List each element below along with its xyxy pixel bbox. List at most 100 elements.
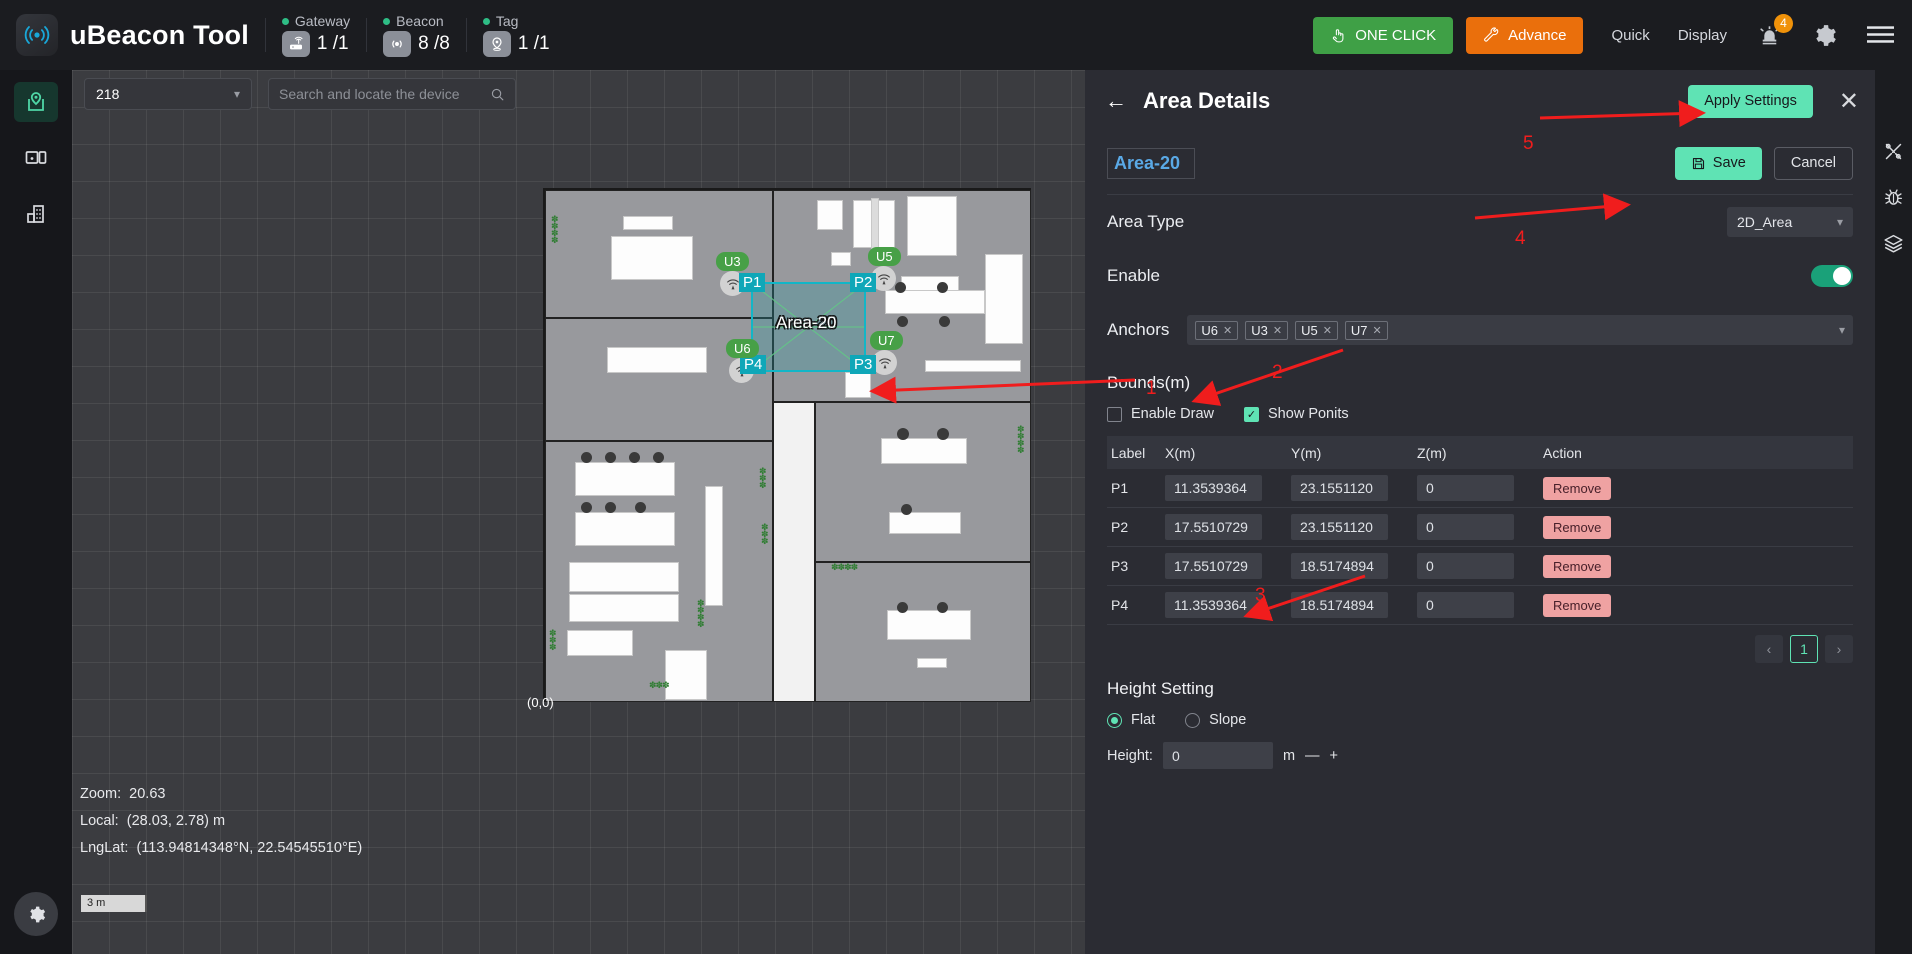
search-input[interactable]: [279, 86, 490, 102]
beacon-signal-icon: [24, 26, 50, 44]
close-icon[interactable]: ✕: [1373, 324, 1382, 337]
anchor-tag-u3[interactable]: U3: [716, 252, 749, 271]
settings-button[interactable]: [1812, 23, 1837, 48]
remove-button[interactable]: Remove: [1543, 593, 1612, 617]
point-label-p3[interactable]: P3: [850, 355, 877, 374]
anchor-tag-u7[interactable]: U7: [870, 331, 903, 350]
annotation-number-5: 5: [1523, 133, 1534, 154]
close-icon[interactable]: ✕: [1839, 87, 1859, 116]
floor-select[interactable]: 218 ▾: [84, 78, 252, 110]
table-row: P2 Remove: [1107, 507, 1853, 547]
enable-toggle[interactable]: [1811, 265, 1853, 287]
close-icon[interactable]: ✕: [1223, 324, 1232, 337]
brand-title: uBeacon Tool: [70, 19, 249, 50]
z-input[interactable]: [1417, 514, 1514, 540]
z-input[interactable]: [1417, 475, 1514, 501]
area-type-select[interactable]: 2D_Area ▾: [1727, 207, 1853, 237]
advance-button[interactable]: Advance: [1466, 16, 1584, 54]
stat-value: 8 /8: [418, 33, 450, 54]
quick-menu[interactable]: Quick: [1611, 27, 1649, 44]
enable-draw-checkbox[interactable]: Enable Draw: [1107, 406, 1214, 422]
x-input[interactable]: [1165, 553, 1262, 579]
radio-ring: [1185, 712, 1201, 728]
layers-icon: [1884, 234, 1903, 253]
point-label-p2[interactable]: P2: [850, 273, 877, 292]
y-input[interactable]: [1291, 475, 1388, 501]
display-menu[interactable]: Display: [1678, 27, 1727, 44]
y-input[interactable]: [1291, 514, 1388, 540]
z-input[interactable]: [1417, 592, 1514, 618]
anchor-chip[interactable]: U6 ✕: [1195, 320, 1239, 340]
stat-value: 1 /1: [316, 33, 349, 54]
height-minus-button[interactable]: —: [1305, 748, 1320, 764]
one-click-label: ONE CLICK: [1355, 26, 1437, 44]
anchor-chip[interactable]: U3 ✕: [1245, 320, 1289, 340]
anchor-tag-u5[interactable]: U5: [868, 247, 901, 266]
y-input[interactable]: [1291, 553, 1388, 579]
chevron-down-icon: ▾: [1836, 215, 1843, 229]
app-root: uBeacon Tool Gateway 1 /1 Beacon 8 /8 Ta…: [0, 0, 1912, 954]
height-unit: m: [1282, 747, 1296, 764]
flat-radio[interactable]: Flat: [1107, 712, 1155, 728]
annotation-number-3: 3: [1255, 585, 1266, 606]
router-icon: [281, 31, 310, 57]
anchors-select[interactable]: U6 ✕ U3 ✕ U5 ✕ U7 ✕ ▾: [1187, 315, 1853, 345]
map-settings-button[interactable]: [14, 892, 58, 936]
current-page-button[interactable]: 1: [1790, 635, 1818, 663]
bug-icon: [1884, 188, 1903, 205]
chevron-down-icon: ▾: [1838, 323, 1845, 337]
sidebar-item-device-view[interactable]: [14, 138, 58, 178]
debug-button[interactable]: [1875, 174, 1912, 220]
stat-label: Tag: [495, 13, 519, 29]
remove-button[interactable]: Remove: [1543, 476, 1612, 500]
z-input[interactable]: [1417, 553, 1514, 579]
cancel-button[interactable]: Cancel: [1773, 146, 1853, 180]
left-rail: [0, 70, 72, 954]
x-input[interactable]: [1165, 514, 1262, 540]
col-x: X(m): [1165, 436, 1291, 469]
hamburger-menu-icon: [1867, 26, 1894, 43]
col-label: Label: [1107, 436, 1165, 469]
advance-label: Advance: [1508, 26, 1567, 44]
show-points-checkbox[interactable]: ✓ Show Ponits: [1244, 406, 1349, 422]
anchors-label: Anchors: [1107, 320, 1170, 339]
layers-button[interactable]: [1875, 220, 1912, 266]
hamburger-menu-button[interactable]: [1867, 24, 1894, 46]
zoom-label: Zoom:: [80, 786, 122, 802]
table-row: P3 Remove: [1107, 546, 1853, 586]
sidebar-item-building-view[interactable]: [14, 194, 58, 234]
save-button[interactable]: Save: [1674, 146, 1762, 180]
bounds-table: Label X(m) Y(m) Z(m) Action P1 Remove: [1107, 436, 1853, 625]
tools-button[interactable]: [1875, 128, 1912, 174]
stat-label: Beacon: [396, 13, 444, 29]
point-label-p1[interactable]: P1: [739, 273, 766, 292]
alarm-badge: 4: [1774, 13, 1793, 33]
close-icon[interactable]: ✕: [1323, 324, 1332, 337]
remove-button[interactable]: Remove: [1543, 515, 1612, 539]
anchor-chip[interactable]: U5 ✕: [1295, 320, 1338, 340]
height-plus-button[interactable]: +: [1330, 748, 1338, 764]
map-canvas[interactable]: ✽ ✽ ✽ ✽ ✽ ✽ ✽ ✽ ✽✽✽ ✽ ✽ ✽ ✽ ✽ ✽ ✽ ✽ ✽ ✽ …: [72, 70, 1085, 954]
next-page-button[interactable]: ›: [1825, 635, 1853, 663]
bounds-options: Enable Draw ✓ Show Ponits: [1107, 406, 1853, 422]
area-name-label: Area-20: [776, 313, 837, 332]
one-click-button[interactable]: ONE CLICK: [1313, 16, 1454, 54]
remove-button[interactable]: Remove: [1543, 554, 1612, 578]
anchor-chip[interactable]: U7 ✕: [1344, 320, 1388, 340]
alarm-button[interactable]: 4: [1757, 13, 1793, 48]
y-input[interactable]: [1291, 592, 1388, 618]
slope-radio[interactable]: Slope: [1185, 712, 1246, 728]
height-input[interactable]: [1162, 742, 1273, 769]
arrow-left-icon[interactable]: ←: [1105, 88, 1127, 114]
apply-settings-button[interactable]: Apply Settings: [1688, 84, 1813, 118]
checkbox-box: [1107, 406, 1122, 422]
prev-page-button[interactable]: ‹: [1755, 635, 1783, 663]
sidebar-item-map-view[interactable]: [14, 82, 58, 122]
anchor-tag-u6[interactable]: U6: [726, 339, 759, 358]
close-icon[interactable]: ✕: [1273, 324, 1282, 337]
x-input[interactable]: [1165, 475, 1262, 501]
hand-click-icon: [1333, 28, 1344, 42]
search-box[interactable]: [268, 78, 516, 110]
x-input[interactable]: [1165, 592, 1262, 618]
area-name-input[interactable]: [1107, 147, 1195, 179]
